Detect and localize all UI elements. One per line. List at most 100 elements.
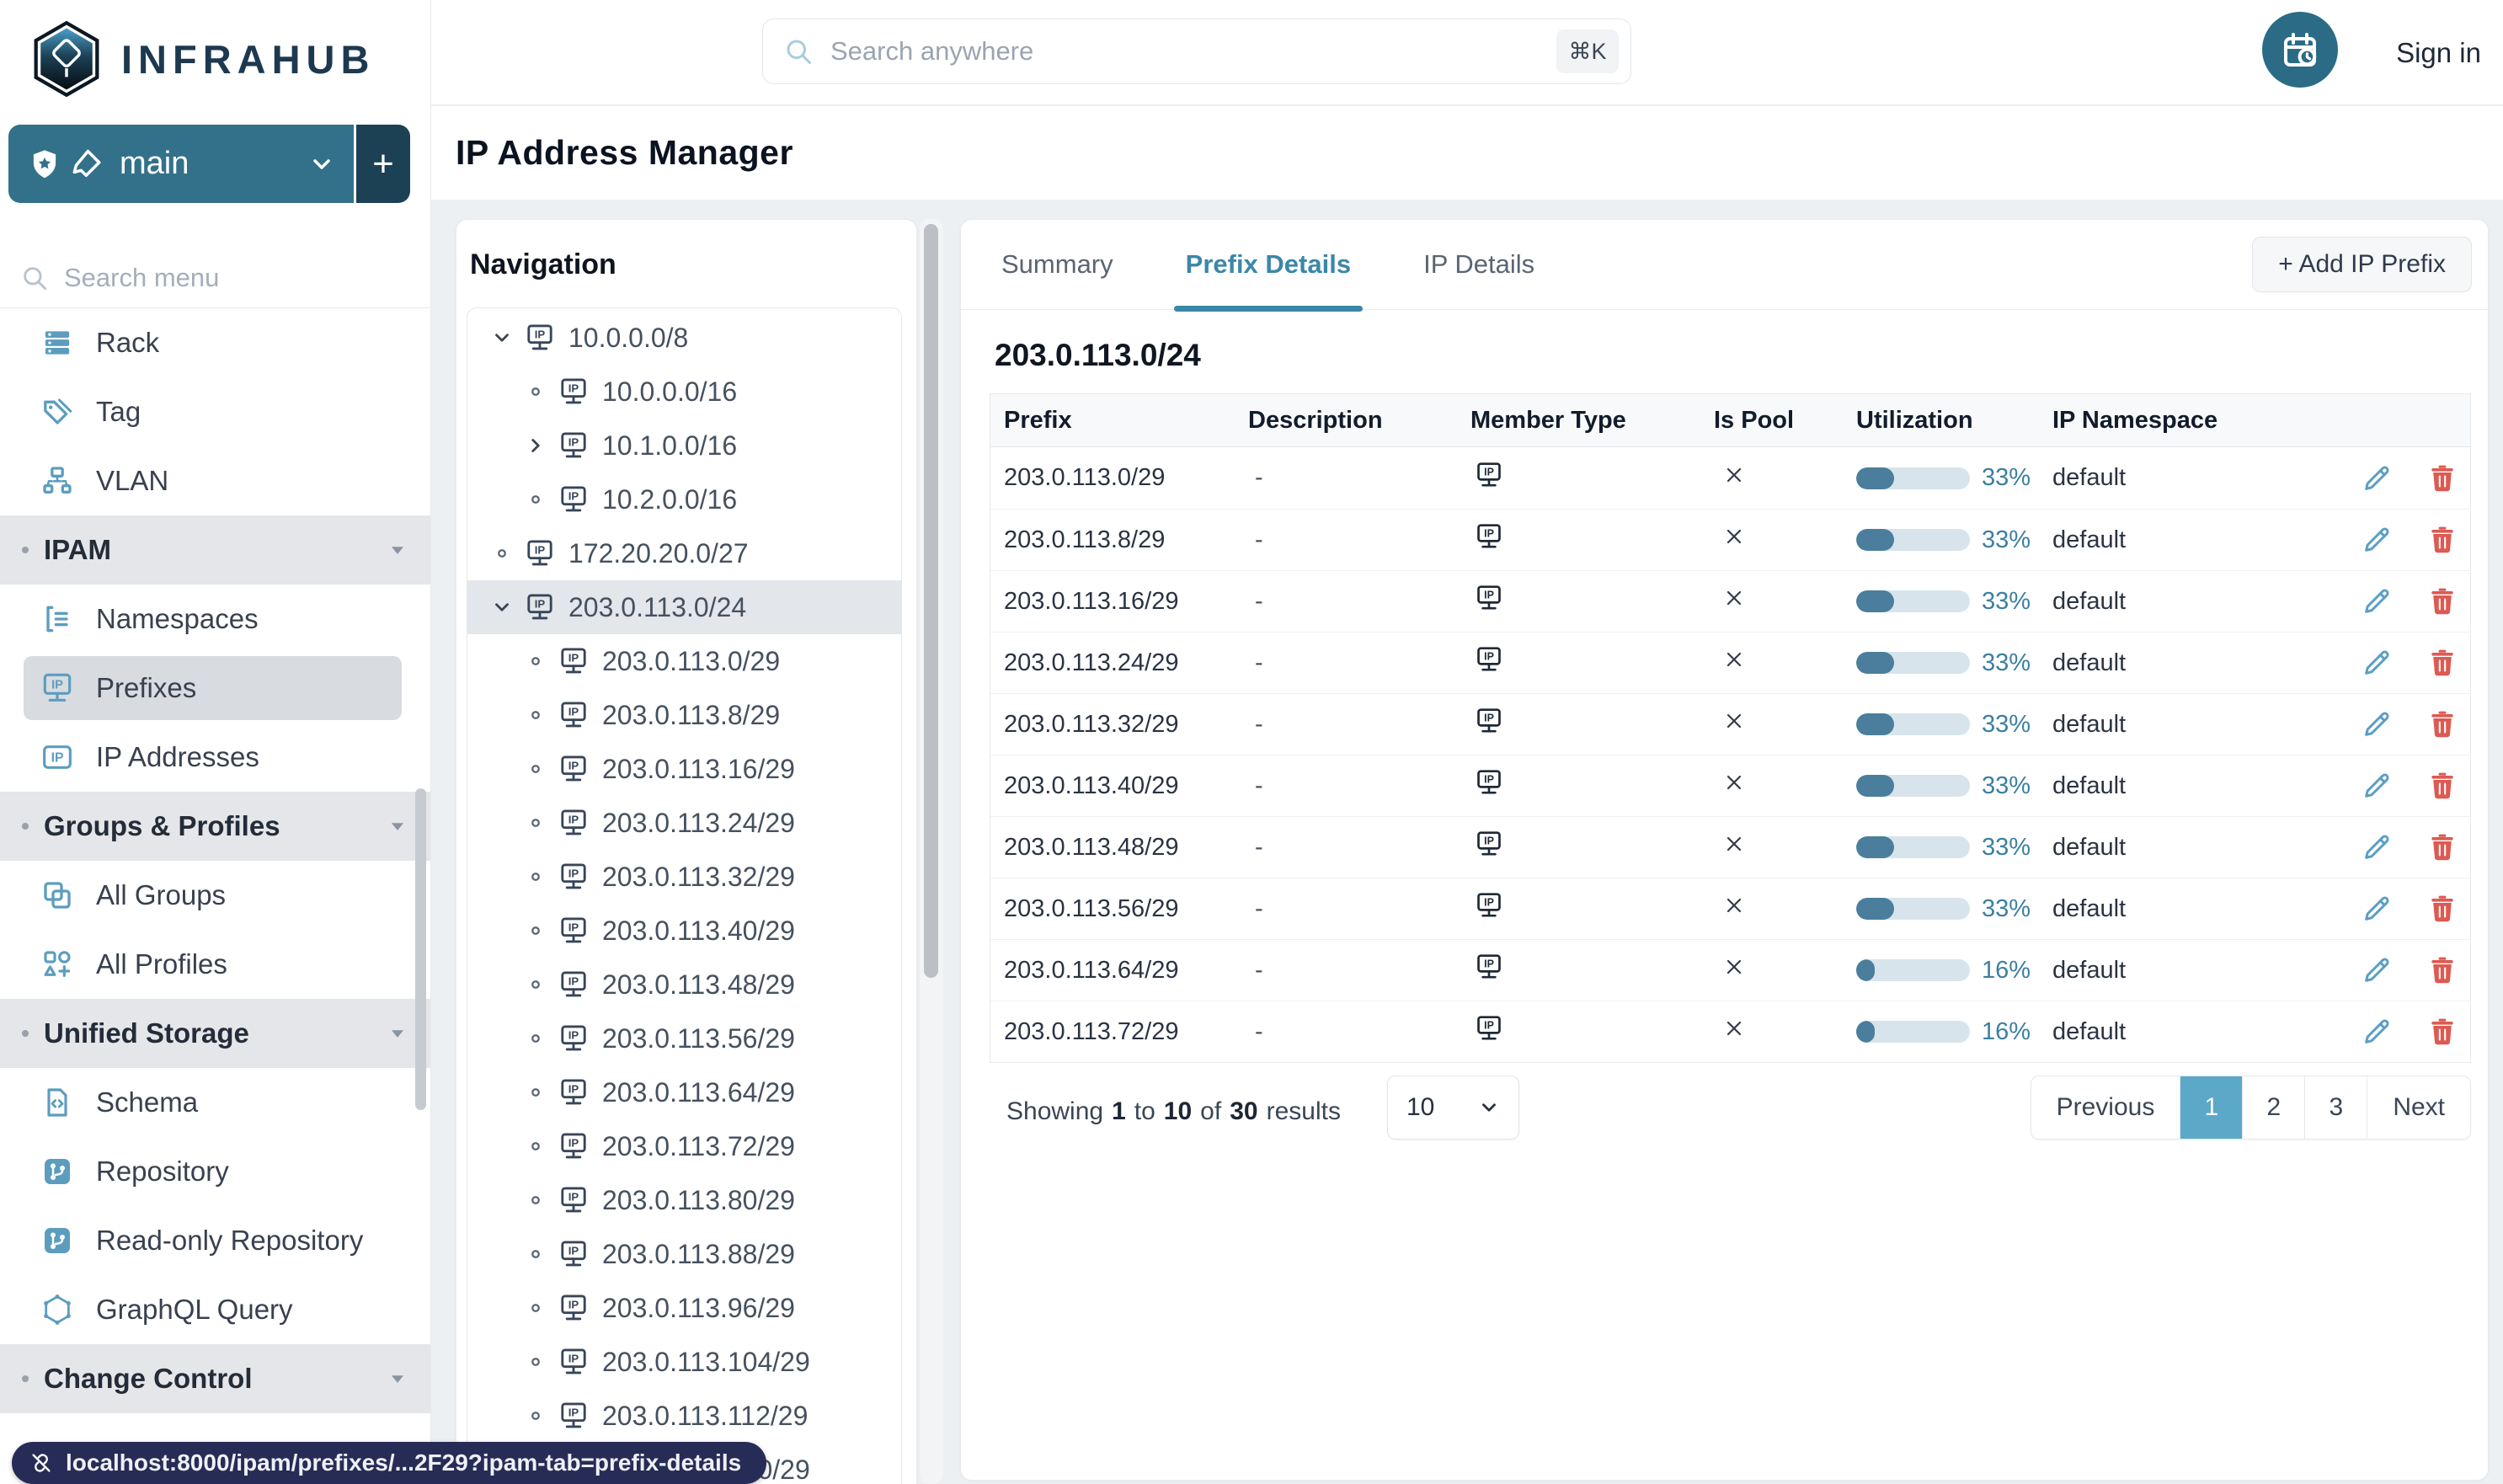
tree-item-203-0-113-0-24[interactable]: IP 203.0.113.0/24 — [467, 580, 901, 634]
table-row[interactable]: 203.0.113.72/29 - IP 16% default — [990, 1001, 2470, 1062]
table-row[interactable]: 203.0.113.64/29 - IP 16% default — [990, 939, 2470, 1001]
table-row[interactable]: 203.0.113.32/29 - IP 33% default — [990, 693, 2470, 755]
pencil-icon[interactable] — [2361, 770, 2393, 802]
tab-ip-details[interactable]: IP Details — [1420, 220, 1538, 310]
sidebar-section-unified-storage[interactable]: Unified Storage — [0, 999, 430, 1068]
sidebar-item-repository[interactable]: Repository — [0, 1137, 430, 1206]
tree-item-203-0-113-24-29[interactable]: IP 203.0.113.24/29 — [467, 796, 901, 850]
sidebar-section-groups-profiles[interactable]: Groups & Profiles — [0, 792, 430, 861]
sidebar-item-all-groups[interactable]: All Groups — [0, 861, 430, 930]
trash-icon[interactable] — [2426, 893, 2458, 925]
page-size-select[interactable]: 10 — [1387, 1076, 1519, 1140]
pencil-icon[interactable] — [2361, 462, 2393, 494]
table-row[interactable]: 203.0.113.24/29 - IP 33% default — [990, 632, 2470, 693]
table-row[interactable]: 203.0.113.48/29 - IP 33% default — [990, 816, 2470, 878]
table-row[interactable]: 203.0.113.8/29 - IP 33% default — [990, 509, 2470, 570]
tree-item-203-0-113-88-29[interactable]: IP 203.0.113.88/29 — [467, 1227, 901, 1281]
tree-item-label: 203.0.113.80/29 — [602, 1184, 795, 1215]
sidebar-item-rack[interactable]: Rack — [0, 308, 430, 377]
sidebar-item-tag[interactable]: Tag — [0, 377, 430, 446]
brand-logo[interactable]: INFRAHUB — [0, 0, 430, 103]
tree-item-10-0-0-0-16[interactable]: IP 10.0.0.0/16 — [467, 365, 901, 419]
sidebar-item-vlan[interactable]: VLAN — [0, 446, 430, 515]
cell-utilization: 33% — [1856, 464, 2052, 492]
table-row[interactable]: 203.0.113.40/29 - IP 33% default — [990, 755, 2470, 816]
pencil-icon[interactable] — [2361, 954, 2393, 986]
tree-item-label: 203.0.113.56/29 — [602, 1022, 795, 1054]
table-body: 203.0.113.0/29- IP 33% default 203.0.113.8/2… — [990, 447, 2470, 1062]
sidebar-item-read-only-repository[interactable]: Read-only Repository — [0, 1206, 430, 1275]
dot-icon — [528, 1031, 543, 1046]
tree-item-203-0-113-40-29[interactable]: IP 203.0.113.40/29 — [467, 904, 901, 958]
sidebar-item-ip-addresses[interactable]: IP IP Addresses — [0, 723, 430, 792]
pencil-icon[interactable] — [2361, 647, 2393, 679]
trash-icon[interactable] — [2426, 524, 2458, 556]
utilization-bar-fill — [1856, 590, 1894, 612]
trash-icon[interactable] — [2426, 585, 2458, 617]
global-search[interactable]: ⌘K — [762, 19, 1631, 84]
page-button-previous[interactable]: Previous — [2031, 1076, 2180, 1139]
trash-icon[interactable] — [2426, 462, 2458, 494]
branch-select-button[interactable]: main — [8, 125, 354, 203]
trash-icon[interactable] — [2426, 708, 2458, 740]
pencil-icon[interactable] — [2361, 1016, 2393, 1048]
trash-icon[interactable] — [2426, 954, 2458, 986]
tree-item-203-0-113-104-29[interactable]: IP 203.0.113.104/29 — [467, 1335, 901, 1389]
tab-prefix-details[interactable]: Prefix Details — [1173, 220, 1364, 312]
tree-item-172-20-20-0-27[interactable]: IP 172.20.20.0/27 — [467, 526, 901, 580]
tree-item-203-0-113-72-29[interactable]: IP 203.0.113.72/29 — [467, 1119, 901, 1173]
page-button-1[interactable]: 1 — [2180, 1076, 2243, 1139]
navigation-scrollbar[interactable] — [920, 219, 943, 1484]
tree-item-203-0-113-80-29[interactable]: IP 203.0.113.80/29 — [467, 1173, 901, 1227]
sidebar-item-label: Rack — [96, 327, 160, 358]
schedule-avatar-button[interactable] — [2262, 12, 2338, 88]
tree-item-203-0-113-32-29[interactable]: IP 203.0.113.32/29 — [467, 850, 901, 904]
sidebar-section-ipam[interactable]: IPAM — [0, 515, 430, 585]
pencil-icon[interactable] — [2361, 893, 2393, 925]
add-ip-prefix-button[interactable]: + Add IP Prefix — [2252, 237, 2472, 292]
sidebar-scrollbar[interactable] — [415, 788, 426, 1110]
trash-icon[interactable] — [2426, 1016, 2458, 1048]
tree-item-10-2-0-0-16[interactable]: IP 10.2.0.0/16 — [467, 472, 901, 526]
trash-icon[interactable] — [2426, 770, 2458, 802]
pencil-icon[interactable] — [2361, 585, 2393, 617]
sidebar-item-graphql-query[interactable]: GraphQL Query — [0, 1275, 430, 1344]
global-search-input[interactable] — [814, 36, 1556, 67]
tree-item-203-0-113-56-29[interactable]: IP 203.0.113.56/29 — [467, 1012, 901, 1065]
sidebar-item-namespaces[interactable]: Namespaces — [0, 585, 430, 654]
create-branch-button[interactable]: + — [356, 125, 410, 203]
tree-item-203-0-113-112-29[interactable]: IP 203.0.113.112/29 — [467, 1389, 901, 1443]
table-row[interactable]: 203.0.113.56/29 - IP 33% default — [990, 878, 2470, 939]
tree-item-203-0-113-8-29[interactable]: IP 203.0.113.8/29 — [467, 688, 901, 742]
cell-prefix: 203.0.113.48/29 — [1004, 833, 1179, 861]
pencil-icon[interactable] — [2361, 708, 2393, 740]
tree-item-203-0-113-96-29[interactable]: IP 203.0.113.96/29 — [467, 1281, 901, 1335]
sign-in-link[interactable]: Sign in — [2396, 0, 2481, 105]
tree-item-label: 203.0.113.0/29 — [602, 645, 781, 676]
trash-icon[interactable] — [2426, 647, 2458, 679]
sidebar-item-schema[interactable]: Schema — [0, 1068, 430, 1137]
page-button-3[interactable]: 3 — [2304, 1076, 2367, 1139]
page-button-next[interactable]: Next — [2367, 1076, 2470, 1139]
trash-icon[interactable] — [2426, 831, 2458, 863]
pencil-icon[interactable] — [2361, 831, 2393, 863]
tree-item-10-0-0-0-8[interactable]: IP 10.0.0.0/8 — [467, 311, 901, 365]
tree-item-10-1-0-0-16[interactable]: IP 10.1.0.0/16 — [467, 419, 901, 472]
tree-item-203-0-113-64-29[interactable]: IP 203.0.113.64/29 — [467, 1065, 901, 1119]
tree-item-203-0-113-48-29[interactable]: IP 203.0.113.48/29 — [467, 958, 901, 1012]
pencil-icon[interactable] — [2361, 524, 2393, 556]
sidebar-item-all-profiles[interactable]: All Profiles — [0, 930, 430, 999]
tree-item-203-0-113-16-29[interactable]: IP 203.0.113.16/29 — [467, 742, 901, 796]
svg-text:IP: IP — [568, 1190, 579, 1203]
page-button-2[interactable]: 2 — [2242, 1076, 2305, 1139]
sidebar-item-prefixes[interactable]: IP Prefixes — [24, 656, 402, 720]
sidebar-item-label: VLAN — [96, 465, 169, 496]
sidebar-search-input[interactable] — [49, 263, 430, 293]
table-row[interactable]: 203.0.113.16/29 - IP 33% default — [990, 570, 2470, 632]
table-row[interactable]: 203.0.113.0/29 - IP 33% default — [990, 447, 2470, 509]
tree-item-203-0-113-0-29[interactable]: IP 203.0.113.0/29 — [467, 634, 901, 688]
sidebar-section-change-control[interactable]: Change Control — [0, 1344, 430, 1413]
sidebar-search[interactable] — [0, 248, 430, 308]
scrollbar-thumb[interactable] — [924, 224, 938, 978]
tab-summary[interactable]: Summary — [998, 220, 1117, 310]
